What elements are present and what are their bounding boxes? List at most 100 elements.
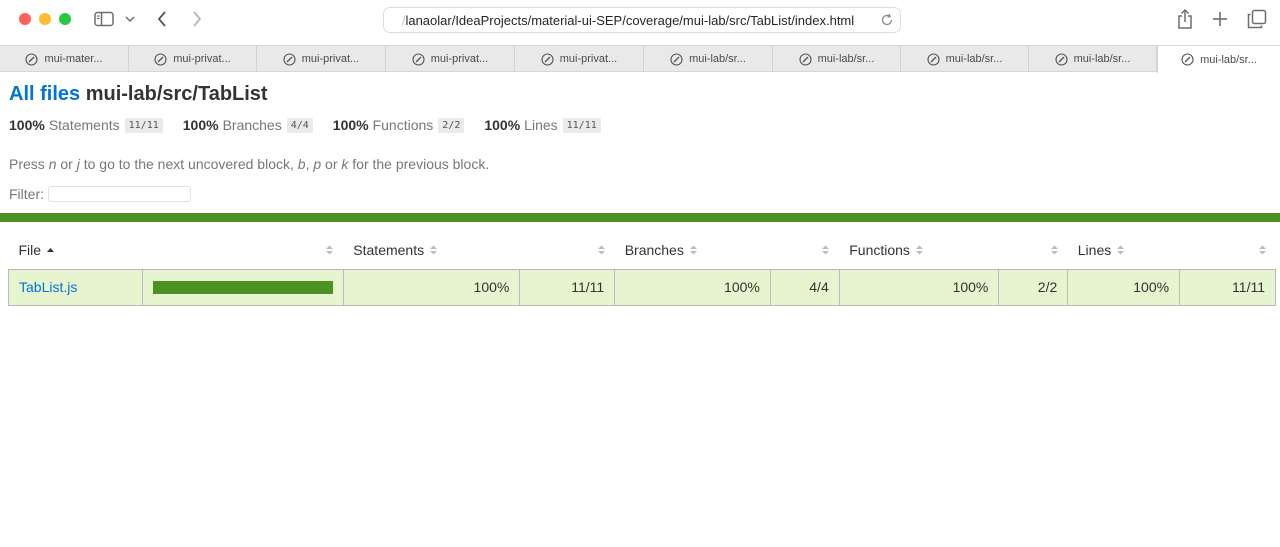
compass-icon	[799, 52, 812, 66]
functions-header-label: Functions	[849, 241, 910, 258]
summary-functions: 100% Functions 2/2	[333, 117, 465, 133]
minimize-window-button[interactable]	[39, 13, 51, 25]
browser-tab[interactable]: mui-privat...	[257, 46, 386, 72]
browser-tab-active[interactable]: mui-lab/sr...	[1157, 46, 1280, 73]
hint-text: for the previous block.	[348, 156, 490, 172]
summary-label: Functions	[372, 117, 434, 133]
coverage-summary: 100% Statements 11/11 100% Branches 4/4 …	[9, 117, 621, 133]
summary-branches: 100% Branches 4/4	[183, 117, 313, 133]
functions-column-header[interactable]: Functions	[839, 231, 1068, 269]
browser-tab-label: mui-privat...	[173, 53, 231, 65]
summary-fraction: 11/11	[124, 117, 163, 133]
reload-icon[interactable]	[880, 13, 894, 27]
current-path: mui-lab/src/TabList	[85, 83, 268, 105]
hint-text: or	[321, 156, 342, 172]
compass-icon	[283, 52, 296, 66]
browser-tab[interactable]: mui-privat...	[515, 46, 644, 72]
summary-pct: 100%	[484, 117, 521, 133]
browser-tab[interactable]: mui-lab/sr...	[901, 46, 1029, 72]
summary-label: Branches	[222, 117, 282, 133]
sidebar-toggle-icon[interactable]	[94, 8, 114, 30]
statements-fraction-cell: 11/11	[519, 268, 616, 306]
zoom-window-button[interactable]	[59, 13, 71, 25]
filter-label: Filter:	[9, 186, 44, 202]
branches-fraction-cell: 4/4	[769, 268, 840, 306]
file-link[interactable]: TabList.js	[19, 279, 77, 295]
browser-tab[interactable]: mui-privat...	[386, 46, 515, 72]
compass-icon	[670, 52, 683, 66]
browser-tab-label: mui-lab/sr...	[689, 53, 746, 65]
file-column-header[interactable]: File	[9, 231, 344, 269]
share-icon[interactable]	[1175, 8, 1195, 30]
sort-icon	[1117, 245, 1125, 255]
lines-fraction-cell: 11/11	[1179, 268, 1276, 306]
lines-column-header[interactable]: Lines	[1068, 231, 1276, 269]
browser-tab-label: mui-privat...	[559, 53, 618, 65]
lines-header-label: Lines	[1077, 241, 1112, 258]
browser-tab-label: mui-lab/sr...	[945, 53, 1003, 65]
summary-pct: 100%	[332, 117, 369, 133]
branches-pct-cell: 100%	[614, 268, 771, 306]
compass-icon	[25, 52, 39, 66]
browser-toolbar: /lanaolar/IdeaProjects/material-ui-SEP/c…	[0, 0, 1280, 44]
hint-text: or	[56, 156, 77, 172]
summary-pct: 100%	[182, 117, 219, 133]
functions-fraction-cell: 2/2	[998, 268, 1069, 306]
summary-label: Lines	[524, 117, 558, 133]
summary-pct: 100%	[9, 117, 45, 133]
compass-icon	[927, 52, 940, 66]
browser-tab-label: mui-privat...	[430, 53, 489, 65]
coverage-bar	[152, 280, 333, 294]
branches-column-header[interactable]: Branches	[615, 231, 840, 269]
browser-tab-label: mui-lab/sr...	[817, 53, 875, 65]
plus-icon[interactable]	[1210, 8, 1230, 30]
compass-icon	[154, 52, 167, 66]
back-arrow-icon[interactable]	[154, 8, 170, 30]
coverage-status-bar	[0, 213, 1280, 222]
statements-pct-cell: 100%	[342, 268, 521, 306]
statements-column-header[interactable]: Statements	[343, 231, 614, 269]
browser-tab[interactable]: mui-mater...	[0, 46, 129, 72]
browser-tab-label: mui-mater...	[44, 53, 103, 65]
sort-icon	[597, 245, 605, 255]
sort-icon	[326, 245, 334, 255]
browser-tab-label: mui-lab/sr...	[1073, 53, 1131, 65]
compass-icon	[412, 52, 425, 66]
summary-fraction: 4/4	[286, 117, 313, 133]
sort-icon	[1050, 245, 1058, 255]
hint-text: to go to the next uncovered block,	[79, 156, 298, 172]
browser-tab-label: mui-lab/sr...	[1200, 53, 1257, 66]
hint-key: b	[297, 156, 306, 172]
compass-icon	[1055, 52, 1068, 66]
browser-tab[interactable]: mui-lab/sr...	[773, 46, 901, 72]
sort-icon	[1258, 245, 1266, 255]
sort-ascending-icon	[47, 247, 55, 252]
filter-input[interactable]	[48, 186, 191, 202]
compass-icon	[541, 52, 554, 66]
summary-fraction: 2/2	[438, 117, 465, 133]
file-cell: TabList.js	[8, 268, 143, 306]
browser-tab-label: mui-privat...	[301, 53, 360, 65]
coverage-bar-fill	[152, 280, 333, 294]
address-url: /lanaolar/IdeaProjects/material-ui-SEP/c…	[384, 13, 872, 28]
file-header-label: File	[18, 241, 42, 258]
tab-overview-icon[interactable]	[1246, 8, 1268, 30]
browser-tab[interactable]: mui-lab/sr...	[1029, 46, 1157, 72]
sort-icon	[689, 245, 697, 255]
chevron-down-icon[interactable]	[124, 8, 136, 30]
coverage-table: File Statements Branches Functions Lines…	[8, 231, 1276, 306]
keyboard-hint: Press n or j to go to the next uncovered…	[9, 156, 489, 172]
compass-icon	[1181, 53, 1194, 66]
table-row: TabList.js 100% 11/11 100% 4/4 100% 2/2 …	[8, 268, 1276, 306]
statements-header-label: Statements	[353, 241, 425, 258]
browser-tab[interactable]: mui-lab/sr...	[644, 46, 773, 72]
coverage-bar-cell	[141, 268, 344, 306]
lines-pct-cell: 100%	[1067, 268, 1181, 306]
address-bar[interactable]: /lanaolar/IdeaProjects/material-ui-SEP/c…	[383, 7, 901, 33]
all-files-link[interactable]: All files	[9, 83, 80, 105]
forward-arrow-icon[interactable]	[189, 8, 205, 30]
summary-lines: 100% Lines 11/11	[484, 117, 601, 133]
browser-tab[interactable]: mui-privat...	[129, 46, 257, 72]
close-window-button[interactable]	[19, 13, 31, 25]
sort-icon	[430, 245, 438, 255]
